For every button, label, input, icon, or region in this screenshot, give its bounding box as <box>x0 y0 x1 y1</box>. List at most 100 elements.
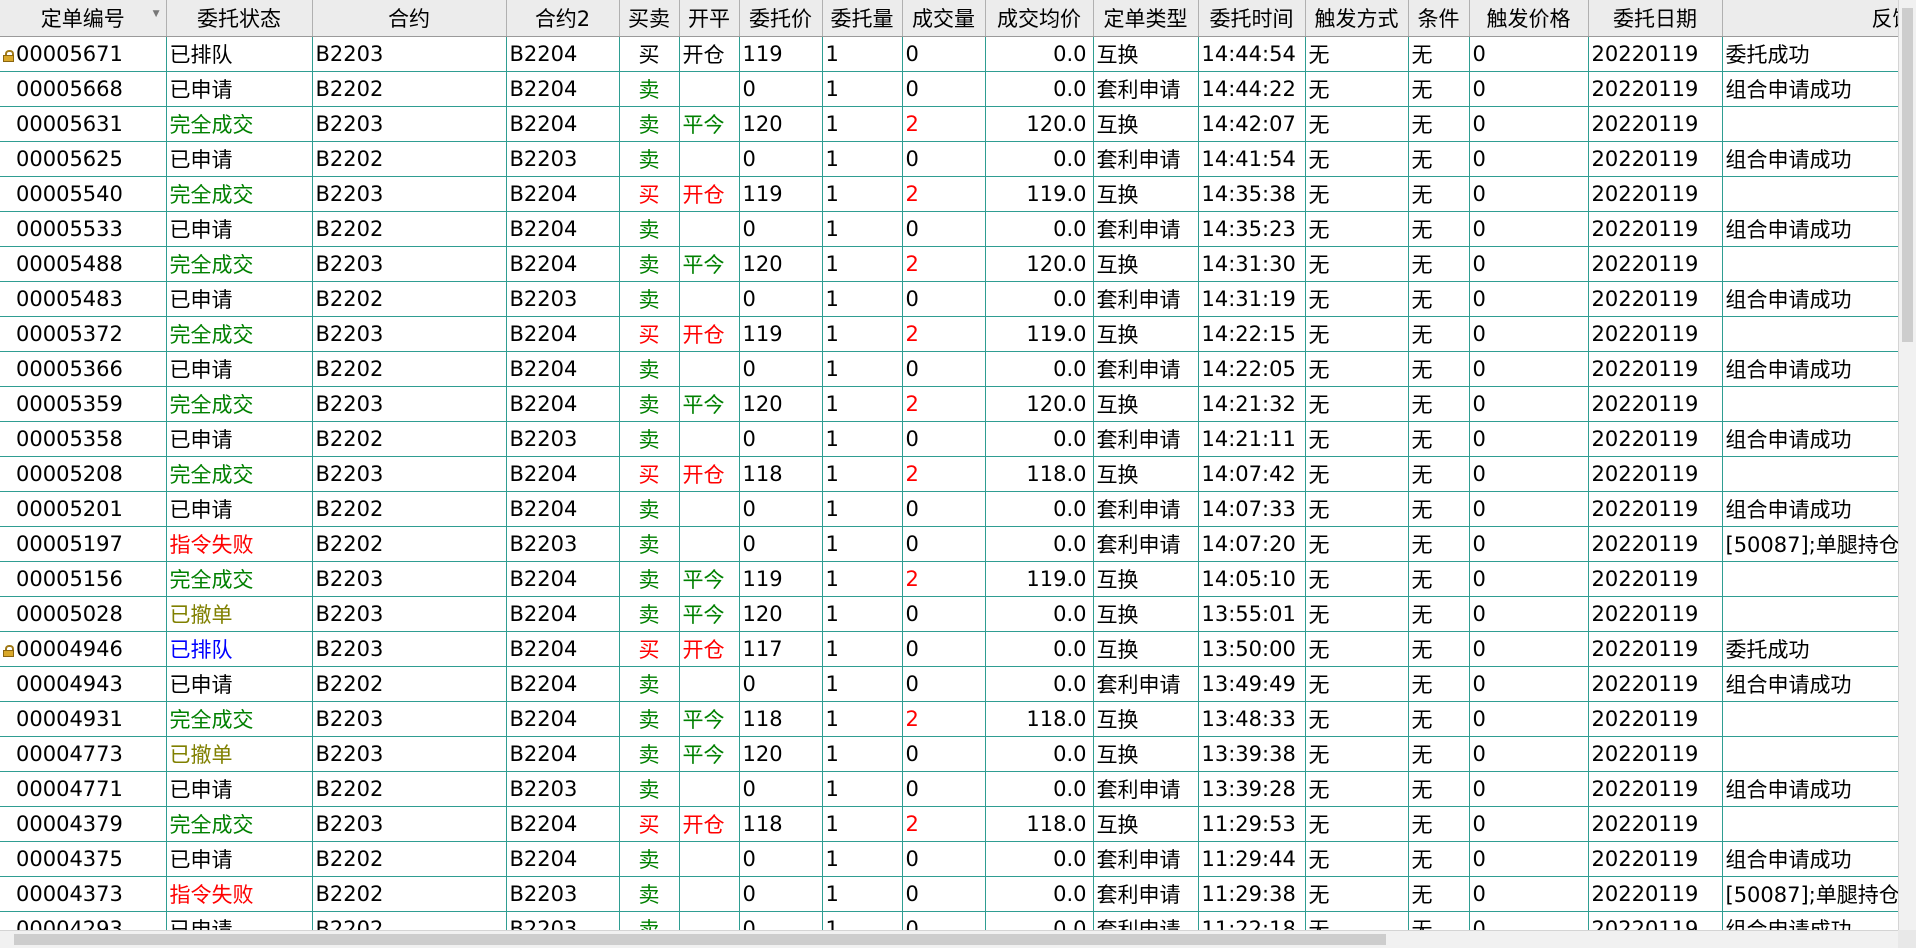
cell-order-time: 13:39:28 <box>1198 771 1306 807</box>
cell-order-type: 互换 <box>1093 246 1199 282</box>
cell-order-id: 00005488 <box>0 246 167 282</box>
table-row[interactable]: 00004773 已撤单 B2203 B2204 卖平今 120 1 0 0.0 互换 13:39:… <box>0 736 1898 772</box>
column-header-feedback[interactable]: 反馈 <box>1722 0 1898 37</box>
cell-order-date: 20220119 <box>1588 561 1723 597</box>
cell-contract: B2203 <box>312 246 507 282</box>
cell-avg-price: 118.0 <box>985 456 1094 492</box>
cell-order-qty: 1 <box>822 631 903 667</box>
cell-order-id: 00005366 <box>0 351 167 387</box>
cell-order-id: 00005625 <box>0 141 167 177</box>
table-row[interactable]: 00004373 指令失败 B2202 B2203 卖 0 1 0 0.0 套利申请 11:29:3… <box>0 876 1898 912</box>
table-row[interactable]: 00004771 已申请 B2202 B2203 卖 0 1 0 0.0 套利申请 13:39:28… <box>0 771 1898 807</box>
vertical-scrollbar-thumb[interactable] <box>1902 8 1913 342</box>
column-header-open-close[interactable]: 开平 <box>679 0 740 37</box>
cell-order-price: 0 <box>739 141 823 177</box>
order-id-text: 00004771 <box>16 777 123 801</box>
order-grid[interactable]: 定单编号 委托状态 合约 合约2 买卖 开平 委托价 委托量 成交量 成交均价 … <box>0 0 1898 930</box>
cell-order-qty: 1 <box>822 771 903 807</box>
cell-avg-price: 0.0 <box>985 736 1094 772</box>
cell-order-type: 互换 <box>1093 806 1199 842</box>
cell-condition: 无 <box>1408 106 1470 142</box>
table-row[interactable]: 00005372 完全成交 B2203 B2204 买开仓 119 1 2 119.0 互换 14:… <box>0 316 1898 352</box>
column-header-filled-qty[interactable]: 成交量 <box>902 0 986 37</box>
cell-order-id: 00004931 <box>0 701 167 737</box>
cell-contract2: B2204 <box>506 71 620 107</box>
cell-contract: B2202 <box>312 141 507 177</box>
cell-filled-qty: 0 <box>902 526 986 562</box>
cell-order-qty: 1 <box>822 106 903 142</box>
cell-feedback: [50087];单腿持仓 <box>1722 876 1898 912</box>
cell-order-price: 119 <box>739 176 823 212</box>
cell-condition: 无 <box>1408 211 1470 247</box>
cell-trigger-price: 0 <box>1469 281 1589 317</box>
cell-feedback: 组合申请成功 <box>1722 71 1898 107</box>
cell-contract2: B2204 <box>506 491 620 527</box>
table-row[interactable]: 00004379 完全成交 B2203 B2204 买开仓 118 1 2 118.0 互换 11:… <box>0 806 1898 842</box>
column-header-contract2[interactable]: 合约2 <box>506 0 620 37</box>
table-row[interactable]: 00005533 已申请 B2202 B2204 卖 0 1 0 0.0 套利申请 14:35:23… <box>0 211 1898 247</box>
table-row[interactable]: 00004375 已申请 B2202 B2204 卖 0 1 0 0.0 套利申请 11:29:44… <box>0 841 1898 877</box>
table-row[interactable]: 00004931 完全成交 B2203 B2204 卖平今 118 1 2 118.0 互换 13:… <box>0 701 1898 737</box>
table-row[interactable]: 00005625 已申请 B2202 B2203 卖 0 1 0 0.0 套利申请 14:41:54… <box>0 141 1898 177</box>
cell-order-time: 14:31:30 <box>1198 246 1306 282</box>
cell-order-price: 0 <box>739 876 823 912</box>
table-row[interactable]: 00005197 指令失败 B2202 B2203 卖 0 1 0 0.0 套利申请 14:07:2… <box>0 526 1898 562</box>
cell-feedback: 组合申请成功 <box>1722 491 1898 527</box>
cell-trigger-mode: 无 <box>1305 36 1409 72</box>
table-row[interactable]: 00005359 完全成交 B2203 B2204 卖平今 120 1 2 120.0 互换 14:… <box>0 386 1898 422</box>
table-row[interactable]: 00004293 已申请 B2202 B2203 卖 0 1 0 0.0 套利申请 11:22:18… <box>0 911 1898 930</box>
cell-order-id: 00005631 <box>0 106 167 142</box>
cell-trigger-mode: 无 <box>1305 876 1409 912</box>
table-row[interactable]: 00005631 完全成交 B2203 B2204 卖平今 120 1 2 120.0 互换 14:… <box>0 106 1898 142</box>
cell-contract: B2202 <box>312 771 507 807</box>
table-row[interactable]: 00005366 已申请 B2202 B2204 卖 0 1 0 0.0 套利申请 14:22:05… <box>0 351 1898 387</box>
column-header-avg-price[interactable]: 成交均价 <box>985 0 1094 37</box>
cell-order-price: 0 <box>739 911 823 930</box>
cell-order-id: 00004293 <box>0 911 167 930</box>
cell-feedback: 组合申请成功 <box>1722 211 1898 247</box>
cell-status: 已申请 <box>166 141 313 177</box>
column-header-condition[interactable]: 条件 <box>1408 0 1470 37</box>
horizontal-scrollbar[interactable] <box>0 930 1898 948</box>
table-row[interactable]: 00004943 已申请 B2202 B2204 卖 0 1 0 0.0 套利申请 13:49:49… <box>0 666 1898 702</box>
cell-order-type: 套利申请 <box>1093 526 1199 562</box>
table-row[interactable]: 00005208 完全成交 B2203 B2204 买开仓 118 1 2 118.0 互换 14:… <box>0 456 1898 492</box>
column-header-order-time[interactable]: 委托时间 <box>1198 0 1306 37</box>
cell-trigger-price: 0 <box>1469 36 1589 72</box>
cell-open-close: 平今 <box>679 246 740 282</box>
cell-open-close: 开仓 <box>679 631 740 667</box>
column-header-contract[interactable]: 合约 <box>312 0 507 37</box>
table-row[interactable]: 00005671 已排队 B2203 B2204 买开仓 119 1 0 0.0 互换 14:44:… <box>0 36 1898 72</box>
cell-order-price: 0 <box>739 841 823 877</box>
column-header-order-price[interactable]: 委托价 <box>739 0 823 37</box>
table-row[interactable]: 00005540 完全成交 B2203 B2204 买开仓 119 1 2 119.0 互换 14:… <box>0 176 1898 212</box>
cell-status: 完全成交 <box>166 316 313 352</box>
column-header-status[interactable]: 委托状态 <box>166 0 313 37</box>
table-row[interactable]: 00005488 完全成交 B2203 B2204 卖平今 120 1 2 120.0 互换 14:… <box>0 246 1898 282</box>
table-row[interactable]: 00005668 已申请 B2202 B2204 卖 0 1 0 0.0 套利申请 14:44:22… <box>0 71 1898 107</box>
column-header-trigger-price[interactable]: 触发价格 <box>1469 0 1589 37</box>
cell-trigger-mode: 无 <box>1305 526 1409 562</box>
table-row[interactable]: 00005358 已申请 B2202 B2203 卖 0 1 0 0.0 套利申请 14:21:11… <box>0 421 1898 457</box>
cell-status: 完全成交 <box>166 561 313 597</box>
cell-trigger-mode: 无 <box>1305 456 1409 492</box>
cell-order-date: 20220119 <box>1588 736 1723 772</box>
column-header-order-qty[interactable]: 委托量 <box>822 0 903 37</box>
column-header-order-date[interactable]: 委托日期 <box>1588 0 1723 37</box>
cell-contract2: B2204 <box>506 211 620 247</box>
table-row[interactable]: 00005483 已申请 B2202 B2203 卖 0 1 0 0.0 套利申请 14:31:19… <box>0 281 1898 317</box>
cell-side: 卖 <box>619 491 680 527</box>
table-row[interactable]: 00005201 已申请 B2202 B2204 卖 0 1 0 0.0 套利申请 14:07:33… <box>0 491 1898 527</box>
cell-avg-price: 118.0 <box>985 701 1094 737</box>
column-header-order-type[interactable]: 定单类型 <box>1093 0 1199 37</box>
cell-order-time: 13:49:49 <box>1198 666 1306 702</box>
table-row[interactable]: 00005028 已撤单 B2203 B2204 卖平今 120 1 0 0.0 互换 13:55:… <box>0 596 1898 632</box>
table-row[interactable]: 00005156 完全成交 B2203 B2204 卖平今 119 1 2 119.0 互换 14:… <box>0 561 1898 597</box>
horizontal-scrollbar-thumb[interactable] <box>14 934 1386 945</box>
cell-status: 已申请 <box>166 841 313 877</box>
vertical-scrollbar[interactable] <box>1898 0 1916 930</box>
column-header-side[interactable]: 买卖 <box>619 0 680 37</box>
column-header-order-id[interactable]: 定单编号 <box>0 0 167 37</box>
table-row[interactable]: 00004946 已排队 B2203 B2204 买开仓 117 1 0 0.0 互换 13:50:… <box>0 631 1898 667</box>
column-header-trigger-mode[interactable]: 触发方式 <box>1305 0 1409 37</box>
